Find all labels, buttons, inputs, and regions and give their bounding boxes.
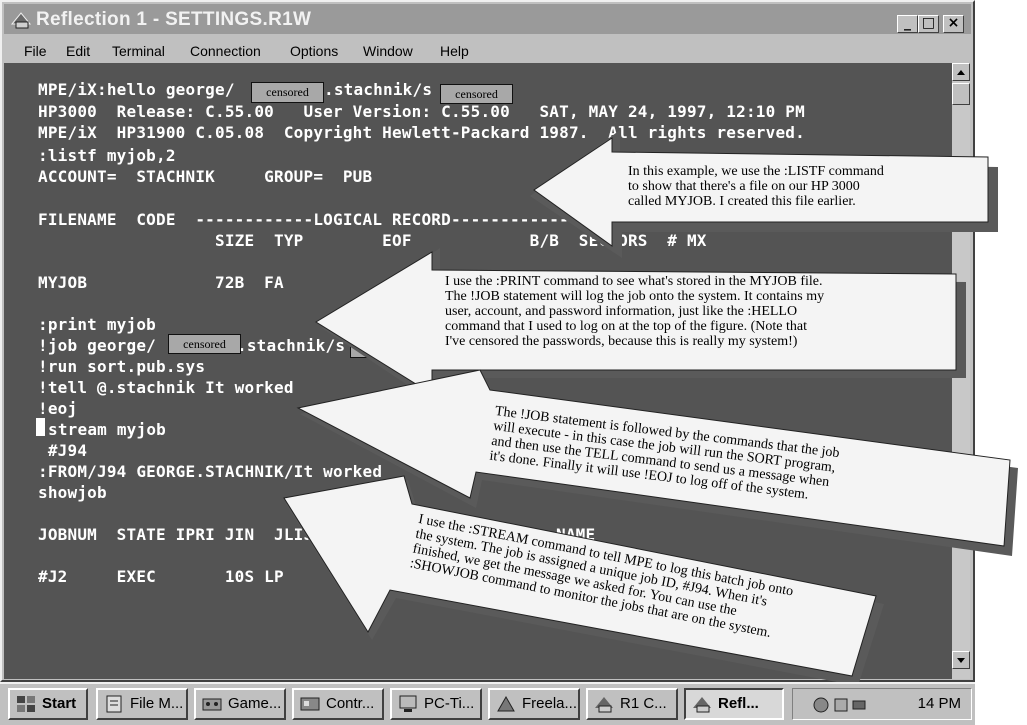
close-button[interactable]: × (943, 15, 964, 33)
start-label: Start (42, 695, 77, 712)
scroll-up-button[interactable] (952, 63, 970, 81)
control-panel-icon (300, 697, 320, 711)
tray-icons[interactable] (811, 695, 871, 715)
term-line-filename-header: FILENAME CODE ------------LOGICAL RECORD… (38, 210, 569, 229)
term-line-account: ACCOUNT= STACHNIK GROUP= PUB (38, 167, 373, 186)
task-freelance[interactable]: Freela... (488, 688, 580, 720)
windows-logo-icon (17, 696, 35, 712)
menu-window[interactable]: Window (363, 43, 413, 59)
task-label-reflection: Refl... (718, 695, 759, 712)
term-line-print: :print myjob (38, 315, 156, 334)
task-control-panel[interactable]: Contr... (292, 688, 384, 720)
reflection-active-icon (693, 697, 711, 713)
callout-print-line-5: I've censored the passwords, because thi… (445, 334, 798, 349)
callout-print-line-1: I use the :PRINT command to see what's s… (445, 274, 823, 289)
system-tray: 14 PM (792, 688, 972, 720)
window-title: Reflection 1 - SETTINGS.R1W (36, 9, 312, 30)
term-line-job: !job george/ (38, 336, 156, 355)
term-line-run: !run sort.pub.sys (38, 357, 206, 376)
term-line-myjob: MYJOB 72B FA (38, 273, 284, 292)
term-line-release: HP3000 Release: C.55.00 User Version: C.… (38, 102, 805, 121)
censored-box-job-account: cens (350, 338, 400, 358)
menu-connection[interactable]: Connection (190, 43, 261, 59)
arrow-up-icon (957, 70, 965, 75)
text-cursor (36, 418, 45, 436)
maximize-button[interactable]: □ (918, 15, 939, 33)
task-label-file-manager: File M... (130, 695, 184, 712)
term-line-hello: MPE/iX:hello george/ (38, 80, 235, 99)
pc-monitor-icon (399, 695, 417, 712)
censored-box-hello-account: censored (440, 84, 513, 104)
term-line-listf: :listf myjob,2 (38, 146, 176, 165)
task-games[interactable]: Game... (194, 688, 286, 720)
callout-print-line-2: The !JOB statement will log the job onto… (445, 289, 825, 304)
menu-file[interactable]: File (24, 43, 47, 59)
games-icon (202, 698, 222, 711)
start-button[interactable]: Start (8, 688, 88, 720)
term-line-j2: #J2 EXEC 10S LP (38, 567, 284, 586)
task-pc-ti[interactable]: PC-Ti... (390, 688, 482, 720)
reflection-small-icon (595, 697, 613, 713)
term-line-copyright: MPE/iX HP31900 C.05.08 Copyright Hewlett… (38, 123, 805, 142)
term-line-tell: !tell @.stachnik It worked (38, 378, 294, 397)
vertical-scrollbar[interactable] (952, 63, 970, 679)
arrow-down-icon (957, 658, 965, 663)
censored-box-hello-user: censored (251, 82, 324, 103)
term-line-showjob: showjob (38, 483, 107, 502)
clock[interactable]: 14 PM (918, 695, 961, 712)
callout-listf-text: In this example, we use the :LISTF comma… (628, 164, 884, 209)
menu-edit[interactable]: Edit (66, 43, 90, 59)
task-label-r1-c: R1 C... (620, 695, 667, 712)
taskbar: Start File M... Game... Contr... PC-Ti..… (0, 682, 975, 725)
censored-box-job-user: censored (168, 334, 241, 354)
term-hello-suffix: .stachnik/s (324, 80, 433, 99)
callout-listf-line-3: called MYJOB. I created this file earlie… (628, 194, 856, 209)
term-line-stream: stream myjob (48, 420, 166, 439)
callout-listf-line-1: In this example, we use the :LISTF comma… (628, 164, 884, 179)
menu-help[interactable]: Help (440, 43, 469, 59)
task-label-pc-ti: PC-Ti... (424, 695, 475, 712)
terminal-text: MPE/iX:hello george/ HP3000 Release: C.5… (4, 63, 952, 679)
task-file-manager[interactable]: File M... (96, 688, 188, 720)
term-line-from: :FROM/J94 GEORGE.STACHNIK/It worked (38, 462, 383, 481)
term-line-eoj: !eoj (38, 399, 78, 418)
minimize-button[interactable]: _ (897, 15, 918, 33)
callout-print-text: I use the :PRINT command to see what's s… (445, 274, 824, 349)
freelance-icon (497, 695, 515, 712)
term-job-suffix: .stachnik/s (237, 336, 346, 355)
menu-options[interactable]: Options (290, 43, 338, 59)
scroll-down-button[interactable] (952, 651, 970, 669)
term-line-jobid: #J94 (38, 441, 88, 460)
callout-listf-line-2: to show that there's a file on our HP 30… (628, 179, 860, 194)
file-manager-icon (106, 695, 122, 713)
task-reflection[interactable]: Refl... (684, 688, 784, 720)
callout-print-line-4: command that I used to log on at the top… (445, 319, 807, 334)
scroll-thumb[interactable] (952, 83, 970, 105)
task-label-games: Game... (228, 695, 282, 712)
title-bar[interactable]: Reflection 1 - SETTINGS.R1W _ □ × (4, 4, 971, 34)
term-line-size-header: SIZE TYP EOF B/B SECTORS # MX (38, 231, 707, 250)
menu-bar: File Edit Terminal Connection Options Wi… (4, 39, 971, 63)
task-label-freelance: Freela... (522, 695, 578, 712)
task-label-control-panel: Contr... (326, 695, 375, 712)
term-line-jobnum-header: JOBNUM STATE IPRI JIN JLIST (38, 525, 324, 544)
callout-print-line-3: user, account, and password information,… (445, 304, 798, 319)
menu-terminal[interactable]: Terminal (112, 43, 165, 59)
task-r1-c[interactable]: R1 C... (586, 688, 678, 720)
reflection-app-icon[interactable] (10, 10, 32, 30)
